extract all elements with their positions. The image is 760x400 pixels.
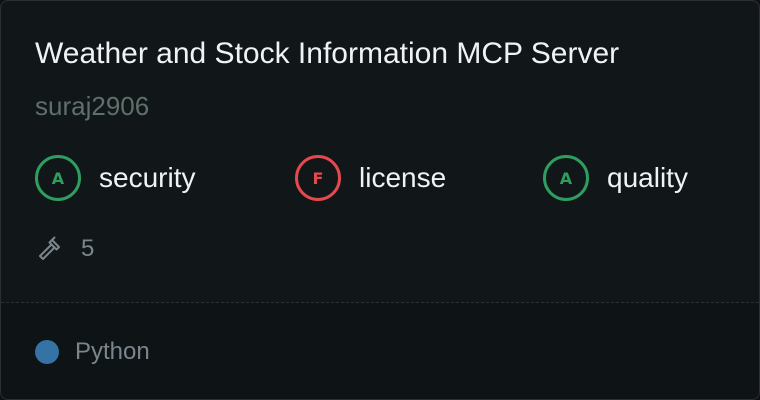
license-label: license — [359, 162, 447, 193]
quality-grade-badge: A — [543, 155, 589, 201]
server-title[interactable]: Weather and Stock Information MCP Server — [35, 34, 619, 74]
security-label: security — [99, 162, 196, 193]
server-owner[interactable]: suraj2906 — [35, 90, 149, 122]
server-card[interactable]: Weather and Stock Information MCP Server… — [0, 0, 760, 400]
security-score: A security — [35, 155, 195, 201]
language-name: Python — [75, 338, 150, 365]
card-footer: Python — [1, 303, 759, 399]
language-tag: Python — [35, 338, 150, 366]
hammer-icon — [35, 234, 65, 264]
tools-count: 5 — [81, 235, 95, 262]
quality-score: A quality — [543, 155, 688, 201]
language-color-dot — [35, 340, 59, 364]
quality-label: quality — [607, 162, 688, 193]
license-grade-badge: F — [295, 155, 341, 201]
security-grade-badge: A — [35, 155, 81, 201]
license-score: F license — [295, 155, 446, 201]
tools-count-row: 5 — [35, 231, 94, 267]
